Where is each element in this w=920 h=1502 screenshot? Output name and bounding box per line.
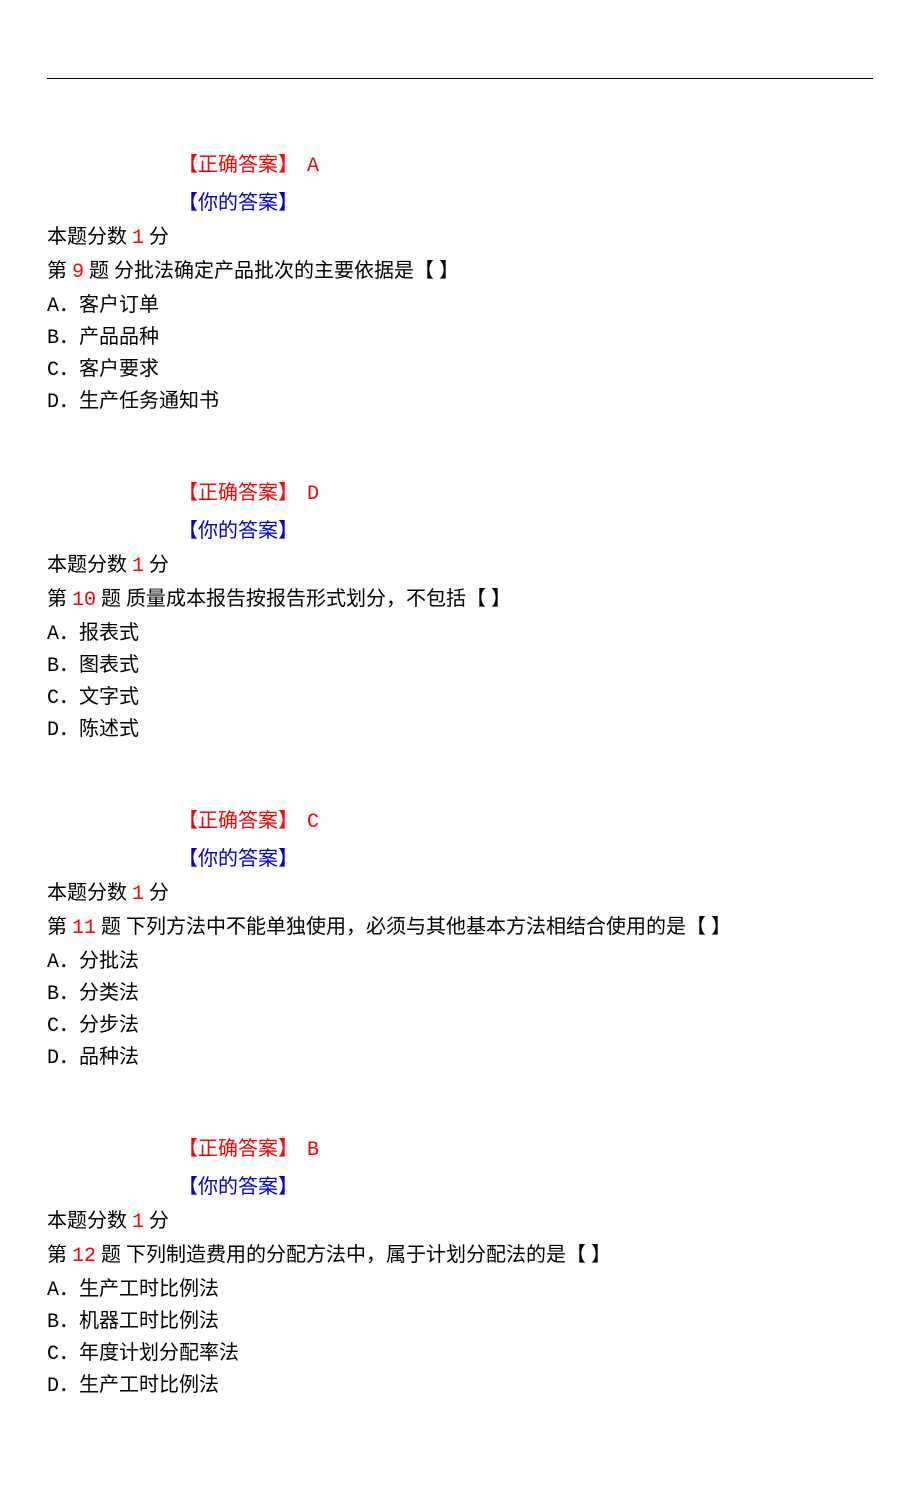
question-number: 9 xyxy=(72,261,84,284)
score-line: 本题分数 1 分 xyxy=(47,222,873,254)
score-suffix: 分 xyxy=(149,554,169,576)
q-prefix: 第 xyxy=(47,588,67,610)
score-line: 本题分数 1 分 xyxy=(47,1206,873,1238)
option-c: C．年度计划分配率法 xyxy=(47,1338,873,1370)
option-a: A．客户订单 xyxy=(47,290,873,322)
question-stem: 第 12 题 下列制造费用的分配方法中，属于计划分配法的是【 】 xyxy=(47,1240,873,1272)
question-stem: 第 11 题 下列方法中不能单独使用，必须与其他基本方法相结合使用的是【 】 xyxy=(47,912,873,944)
correct-answer-line: 【正确答案】 C xyxy=(178,806,873,838)
option-d: D．品种法 xyxy=(47,1042,873,1074)
option-c: C．客户要求 xyxy=(47,354,873,386)
top-horizontal-rule xyxy=(47,78,873,79)
score-prefix: 本题分数 xyxy=(47,226,127,248)
question-number: 10 xyxy=(72,589,96,612)
correct-answer-line: 【正确答案】 D xyxy=(178,478,873,510)
score-suffix: 分 xyxy=(149,882,169,904)
options-list: A．分批法 B．分类法 C．分步法 D．品种法 xyxy=(47,946,873,1074)
score-value: 1 xyxy=(132,227,144,250)
score-line: 本题分数 1 分 xyxy=(47,550,873,582)
option-b: B．产品品种 xyxy=(47,322,873,354)
question-text: 分批法确定产品批次的主要依据是【 】 xyxy=(114,260,459,282)
q-suffix: 题 xyxy=(89,260,109,282)
page-content: 【正确答案】 A 【你的答案】 本题分数 1 分 第 9 题 分批法确定产品批次… xyxy=(0,0,920,1502)
q-prefix: 第 xyxy=(47,260,67,282)
score-prefix: 本题分数 xyxy=(47,882,127,904)
answer-block: 【正确答案】 C 【你的答案】 本题分数 1 分 第 11 题 下列方法中不能单… xyxy=(47,806,873,1074)
answer-block: 【正确答案】 D 【你的答案】 本题分数 1 分 第 10 题 质量成本报告按报… xyxy=(47,478,873,746)
score-suffix: 分 xyxy=(149,226,169,248)
q-suffix: 题 xyxy=(101,916,121,938)
correct-answer-value: C xyxy=(307,811,319,834)
option-a: A．分批法 xyxy=(47,946,873,978)
option-a: A．生产工时比例法 xyxy=(47,1274,873,1306)
your-answer-label: 【你的答案】 xyxy=(178,516,873,546)
answer-block: 【正确答案】 B 【你的答案】 本题分数 1 分 第 12 题 下列制造费用的分… xyxy=(47,1134,873,1402)
score-prefix: 本题分数 xyxy=(47,554,127,576)
question-text: 下列方法中不能单独使用，必须与其他基本方法相结合使用的是【 】 xyxy=(126,916,731,938)
correct-answer-label: 【正确答案】 xyxy=(178,154,298,176)
your-answer-label: 【你的答案】 xyxy=(178,1172,873,1202)
question-stem: 第 9 题 分批法确定产品批次的主要依据是【 】 xyxy=(47,256,873,288)
options-list: A．生产工时比例法 B．机器工时比例法 C．年度计划分配率法 D．生产工时比例法 xyxy=(47,1274,873,1402)
correct-answer-value: D xyxy=(307,483,319,506)
q-suffix: 题 xyxy=(101,588,121,610)
correct-answer-label: 【正确答案】 xyxy=(178,1138,298,1160)
correct-answer-line: 【正确答案】 A xyxy=(178,150,873,182)
score-prefix: 本题分数 xyxy=(47,1210,127,1232)
option-c: C．文字式 xyxy=(47,682,873,714)
score-value: 1 xyxy=(132,1211,144,1234)
question-number: 12 xyxy=(72,1245,96,1268)
your-answer-label: 【你的答案】 xyxy=(178,188,873,218)
question-number: 11 xyxy=(72,917,96,940)
option-b: B．分类法 xyxy=(47,978,873,1010)
option-d: D．生产工时比例法 xyxy=(47,1370,873,1402)
question-text: 质量成本报告按报告形式划分，不包括【 】 xyxy=(126,588,511,610)
score-value: 1 xyxy=(132,883,144,906)
score-line: 本题分数 1 分 xyxy=(47,878,873,910)
q-suffix: 题 xyxy=(101,1244,121,1266)
correct-answer-label: 【正确答案】 xyxy=(178,810,298,832)
option-d: D．生产任务通知书 xyxy=(47,386,873,418)
correct-answer-value: B xyxy=(307,1139,319,1162)
option-a: A．报表式 xyxy=(47,618,873,650)
correct-answer-value: A xyxy=(307,155,319,178)
correct-answer-label: 【正确答案】 xyxy=(178,482,298,504)
question-text: 下列制造费用的分配方法中，属于计划分配法的是【 】 xyxy=(126,1244,611,1266)
answer-block: 【正确答案】 A 【你的答案】 本题分数 1 分 第 9 题 分批法确定产品批次… xyxy=(47,150,873,418)
options-list: A．报表式 B．图表式 C．文字式 D．陈述式 xyxy=(47,618,873,746)
option-d: D．陈述式 xyxy=(47,714,873,746)
your-answer-label: 【你的答案】 xyxy=(178,844,873,874)
option-c: C．分步法 xyxy=(47,1010,873,1042)
option-b: B．机器工时比例法 xyxy=(47,1306,873,1338)
correct-answer-line: 【正确答案】 B xyxy=(178,1134,873,1166)
q-prefix: 第 xyxy=(47,1244,67,1266)
score-value: 1 xyxy=(132,555,144,578)
question-stem: 第 10 题 质量成本报告按报告形式划分，不包括【 】 xyxy=(47,584,873,616)
option-b: B．图表式 xyxy=(47,650,873,682)
q-prefix: 第 xyxy=(47,916,67,938)
options-list: A．客户订单 B．产品品种 C．客户要求 D．生产任务通知书 xyxy=(47,290,873,418)
score-suffix: 分 xyxy=(149,1210,169,1232)
